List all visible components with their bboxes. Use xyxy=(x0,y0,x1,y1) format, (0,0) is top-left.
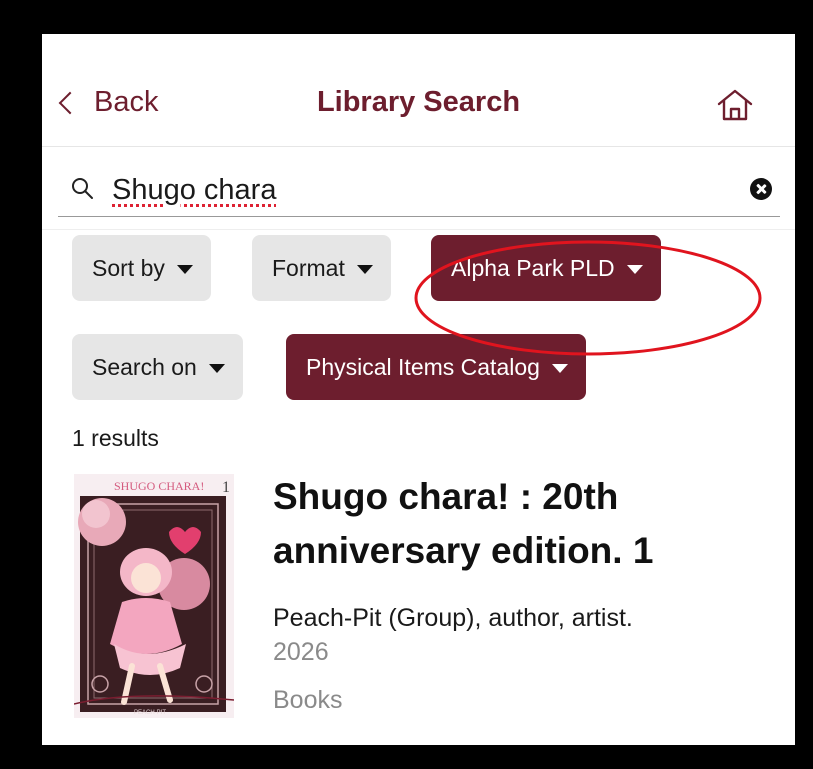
cover-publisher: PEACH-PIT xyxy=(134,710,166,716)
cover-title: SHUGO CHARA! xyxy=(114,479,204,493)
caret-down-icon xyxy=(176,264,193,274)
search-icon xyxy=(72,178,93,199)
result-year: 2026 xyxy=(273,638,329,666)
format-label: Format xyxy=(272,254,345,281)
catalog-label: Physical Items Catalog xyxy=(306,353,540,380)
book-cover-image[interactable]: SHUGO CHARA! 1 PEACH-PIT xyxy=(74,474,234,718)
search-on-label: Search on xyxy=(92,353,197,380)
app-screen: Back Library Search Shugo chara Sort by xyxy=(42,34,795,745)
library-dropdown[interactable]: Alpha Park PLD xyxy=(431,235,661,301)
format-dropdown[interactable]: Format xyxy=(252,235,391,301)
home-icon[interactable] xyxy=(716,88,754,122)
sort-by-label: Sort by xyxy=(92,254,165,281)
clear-search-icon[interactable] xyxy=(750,178,772,200)
nav-bar: Back Library Search xyxy=(42,34,795,147)
cover-volume: 1 xyxy=(222,479,230,496)
search-field[interactable]: Shugo chara xyxy=(58,170,780,217)
search-input[interactable]: Shugo chara xyxy=(112,174,276,207)
caret-down-icon xyxy=(551,363,568,373)
search-on-dropdown[interactable]: Search on xyxy=(72,334,243,400)
caret-down-icon xyxy=(356,264,373,274)
catalog-dropdown[interactable]: Physical Items Catalog xyxy=(286,334,586,400)
device-frame: Back Library Search Shugo chara Sort by xyxy=(0,0,813,769)
result-title[interactable]: Shugo chara! : 20th anniversary edition.… xyxy=(273,470,773,578)
sort-by-dropdown[interactable]: Sort by xyxy=(72,235,211,301)
results-count: 1 results xyxy=(72,425,159,451)
caret-down-icon xyxy=(208,363,225,373)
result-format: Books xyxy=(273,686,343,714)
result-author: Peach-Pit (Group), author, artist. xyxy=(273,604,633,632)
divider xyxy=(42,229,795,230)
caret-down-icon xyxy=(626,264,643,274)
page-title: Library Search xyxy=(316,86,521,118)
library-label: Alpha Park PLD xyxy=(451,254,615,281)
